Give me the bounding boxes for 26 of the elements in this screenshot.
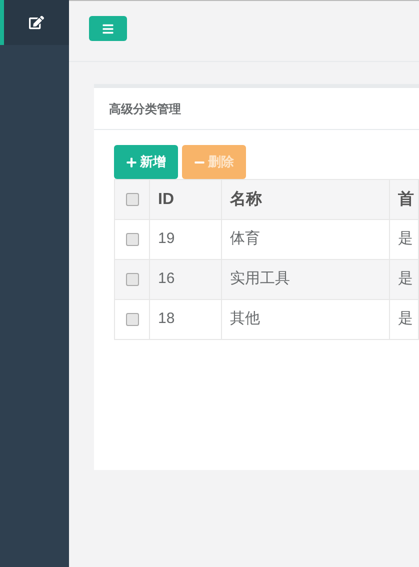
column-header: ID bbox=[158, 190, 174, 210]
table-row[interactable]: 16 实用工具 是 bbox=[115, 260, 419, 300]
edit-icon bbox=[29, 15, 44, 30]
table-cell-text: 实用工具 bbox=[230, 269, 290, 290]
checkbox[interactable] bbox=[126, 273, 138, 286]
panel-title: 高级分类管理 bbox=[109, 100, 181, 118]
table-cell-text: 体育 bbox=[230, 229, 260, 250]
checkbox[interactable] bbox=[126, 233, 138, 246]
table-row[interactable]: 18 其他 是 bbox=[115, 300, 419, 340]
checkbox[interactable] bbox=[126, 313, 138, 326]
add-button[interactable]: 新增 bbox=[114, 145, 178, 179]
table-row[interactable]: 19 体育 是 bbox=[115, 220, 419, 260]
column-header: 名称 bbox=[230, 190, 262, 210]
table-cell-text: 是 bbox=[398, 269, 413, 290]
sidebar-item[interactable] bbox=[0, 0, 69, 45]
table-cell-text: 16 bbox=[158, 269, 175, 290]
table-cell-text: 是 bbox=[398, 229, 413, 250]
checkbox[interactable] bbox=[126, 193, 138, 206]
plus-icon bbox=[126, 156, 137, 168]
menu-button[interactable] bbox=[89, 16, 127, 41]
menu-icon bbox=[102, 22, 114, 34]
table-cell-text: 是 bbox=[398, 309, 413, 330]
table-cell-text: 其他 bbox=[230, 309, 260, 330]
table-cell-text: 19 bbox=[158, 229, 175, 250]
column-header: 首 bbox=[398, 190, 414, 210]
table-cell-text: 18 bbox=[158, 309, 175, 330]
